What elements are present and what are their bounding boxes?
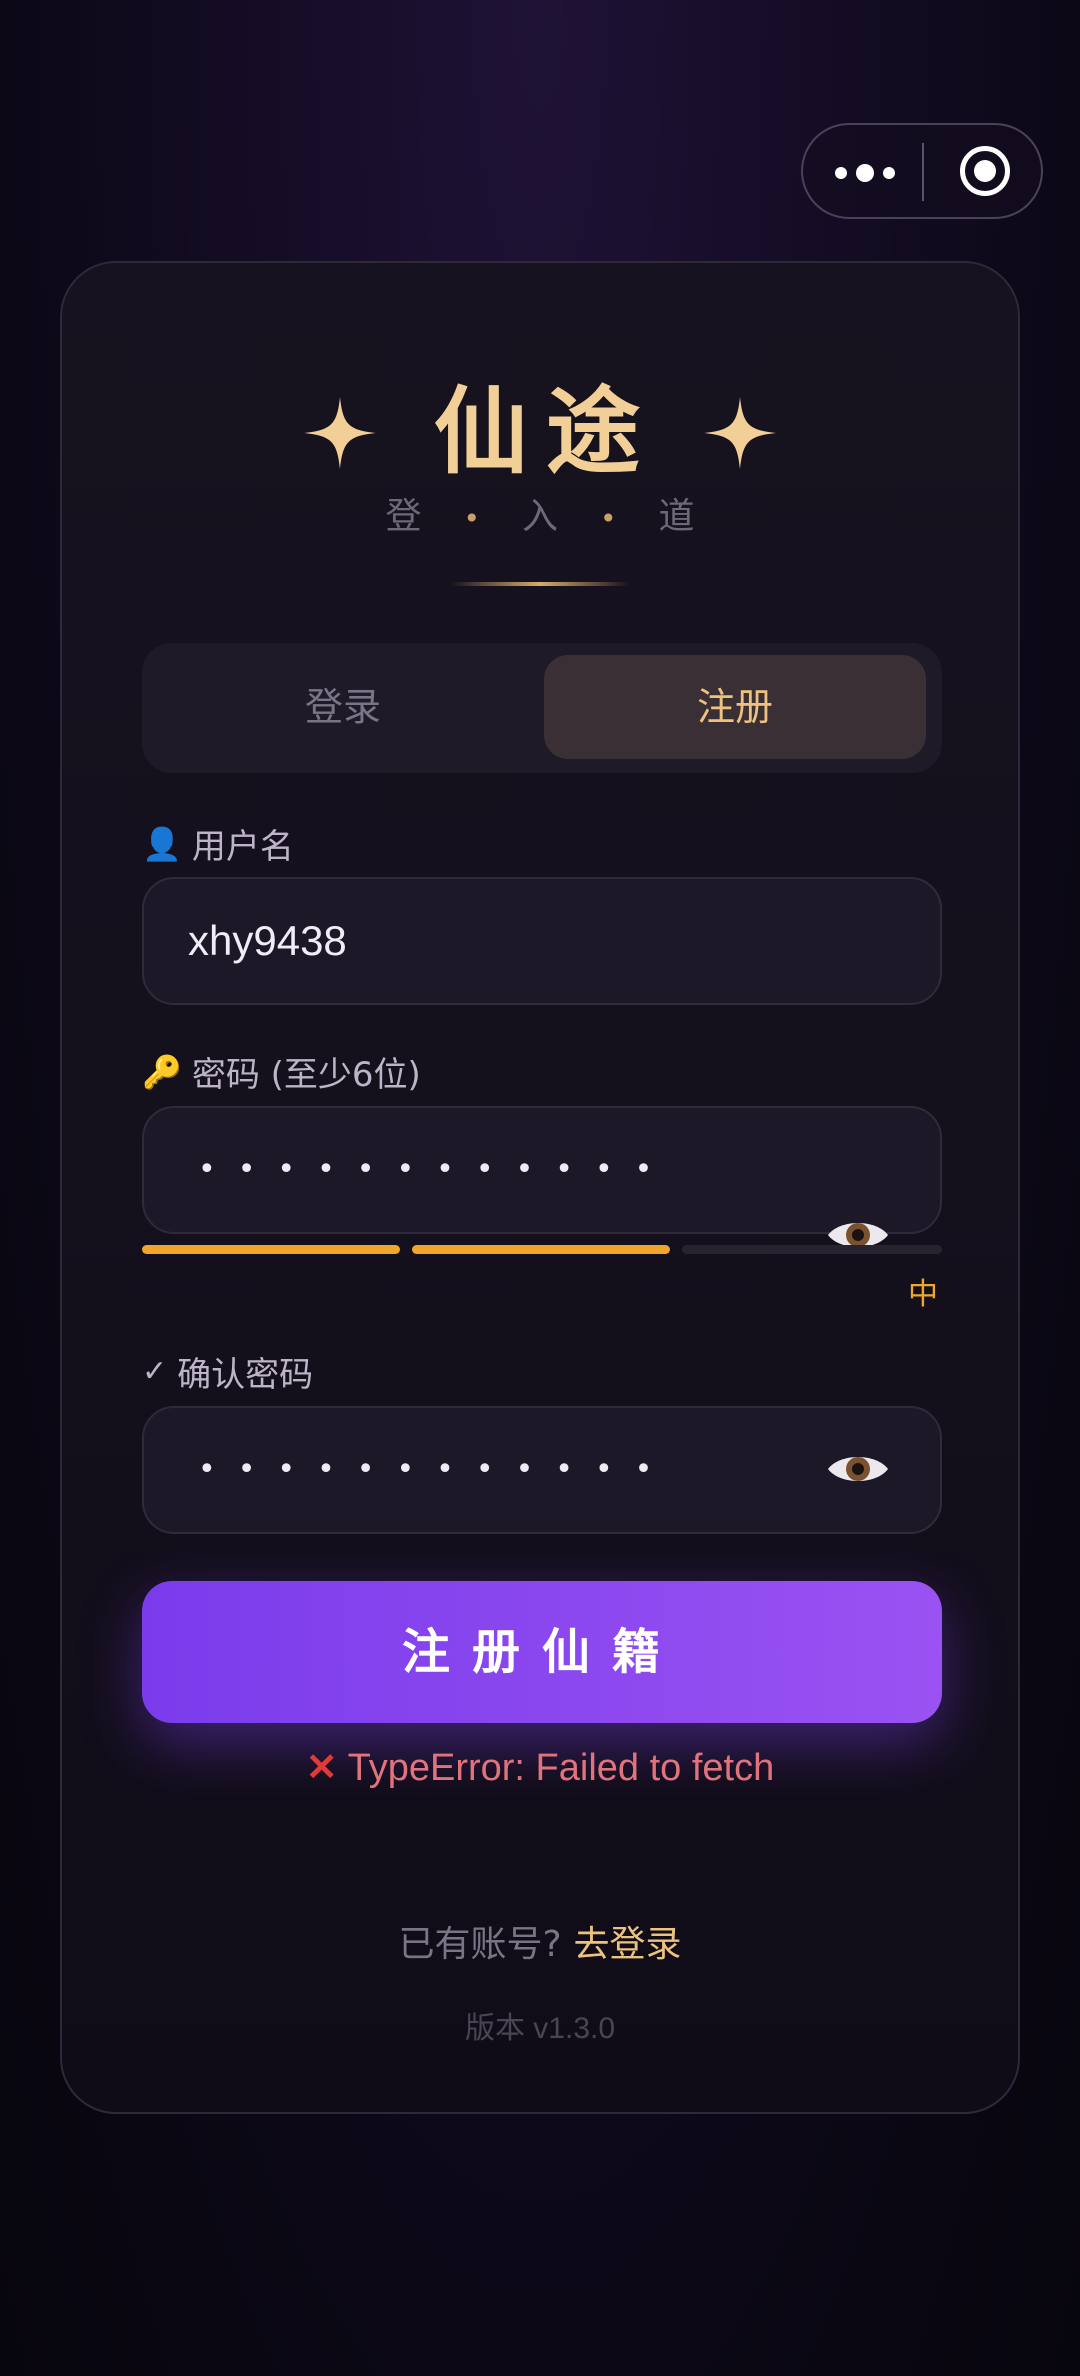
- tab-login[interactable]: 登录: [154, 655, 532, 759]
- subtitle: 登 • 入 • 道: [62, 487, 1018, 539]
- register-button[interactable]: 注册仙籍: [142, 1581, 942, 1723]
- subtitle-char: 登: [385, 496, 422, 537]
- username-label-text: 用户名: [191, 827, 294, 867]
- password-label: 🔑 密码 (至少6位): [142, 1047, 421, 1096]
- subtitle-char: 入: [521, 496, 558, 537]
- capsule-divider: [922, 143, 924, 201]
- check-icon: ✓: [142, 1354, 168, 1389]
- dot-separator: •: [600, 502, 617, 535]
- error-x-icon: ✕: [305, 1747, 338, 1789]
- sparkle-right-icon: [704, 397, 776, 469]
- strength-segment-3: [682, 1245, 942, 1254]
- error-text: TypeError: Failed to fetch: [347, 1747, 775, 1789]
- more-icon[interactable]: [835, 155, 895, 191]
- strength-segment-1: [142, 1245, 400, 1254]
- subtitle-char: 道: [658, 496, 695, 537]
- tab-register[interactable]: 注册: [544, 655, 926, 759]
- title-divider: [450, 582, 630, 586]
- app-title: 仙途: [433, 378, 658, 487]
- password-label-text: 密码 (至少6位): [191, 1055, 421, 1095]
- mini-program-capsule: [801, 123, 1043, 219]
- go-login-link[interactable]: 去登录: [574, 1924, 682, 1965]
- eye-icon[interactable]: [826, 1449, 890, 1489]
- confirm-masked-value: ••••••••••••: [198, 1452, 675, 1487]
- dot-separator: •: [463, 502, 480, 535]
- confirm-password-field[interactable]: ••••••••••••: [142, 1406, 942, 1534]
- footer-prompt-text: 已有账号?: [398, 1924, 562, 1965]
- version-text: 版本 v1.3.0: [464, 2012, 616, 2045]
- user-icon: 👤: [142, 824, 182, 863]
- auth-card: 仙途 登 • 入 • 道 登录 注册 👤 用户名 xhy9438 🔑 密码 (至少6位)…: [60, 261, 1020, 2114]
- username-label: 👤 用户名: [142, 819, 294, 868]
- title-row: 仙途: [62, 373, 1018, 493]
- sparkle-left-icon: [303, 397, 376, 469]
- password-field[interactable]: ••••••••••••: [142, 1106, 942, 1234]
- auth-tabs: 登录 注册: [142, 643, 942, 773]
- footer-login-prompt: 已有账号? 去登录: [62, 1915, 1018, 1967]
- username-value: xhy9438: [188, 917, 347, 964]
- confirm-label-text: 确认密码: [177, 1355, 314, 1395]
- error-message: ✕ TypeError: Failed to fetch: [62, 1745, 1018, 1790]
- strength-segment-2: [412, 1245, 670, 1254]
- confirm-label: ✓ 确认密码: [142, 1347, 313, 1396]
- username-field[interactable]: xhy9438: [142, 877, 942, 1005]
- close-target-icon[interactable]: [960, 146, 1010, 196]
- password-masked-value: ••••••••••••: [198, 1152, 675, 1187]
- key-icon: 🔑: [142, 1052, 182, 1091]
- strength-label: 中: [908, 1277, 938, 1312]
